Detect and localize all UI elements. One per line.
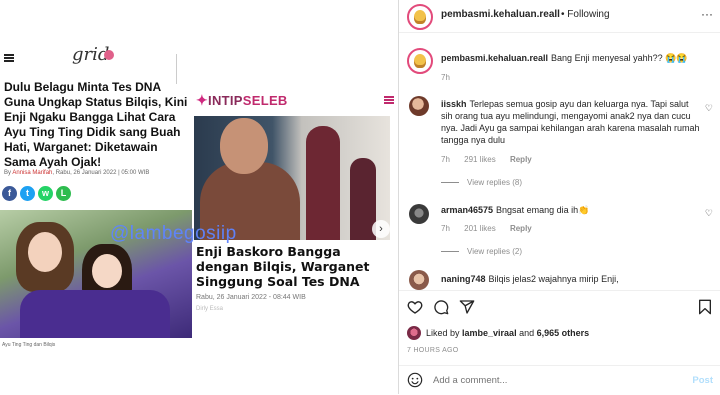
comment-likes[interactable]: 291 likes xyxy=(464,155,496,164)
byline-author: Annisa Marifah xyxy=(12,170,53,176)
reply-button[interactable]: Reply xyxy=(510,224,532,233)
hamburger-icon xyxy=(4,54,14,62)
comment-likes[interactable]: 201 likes xyxy=(464,224,496,233)
post-timestamp: 7 HOURS AGO xyxy=(407,347,459,354)
comment-username[interactable]: naning748 xyxy=(441,274,486,284)
grid-article-title: Dulu Belagu Minta Tes DNA Guna Ungkap St… xyxy=(4,80,188,169)
logo-dot-icon xyxy=(104,50,114,60)
star-icon: ✦ xyxy=(196,92,209,108)
intipseleb-author: Dirly Essa xyxy=(196,306,224,312)
add-comment-bar: Post xyxy=(399,365,720,395)
line-icon: L xyxy=(56,186,71,201)
caption-meta: 7h xyxy=(441,73,450,82)
intipseleb-logo: ✦INTIPSELEB xyxy=(196,92,288,108)
view-replies-button[interactable]: View replies (8) xyxy=(441,178,522,187)
byline-date: , Rabu, 26 Januari 2022 | 05:00 WIB xyxy=(52,170,150,176)
post-comment-button[interactable]: Post xyxy=(692,375,713,386)
facebook-icon: f xyxy=(2,186,17,201)
comment-item: naning748 Bilqis jelas2 wajahnya mirip En… xyxy=(441,273,701,285)
follow-status[interactable]: • Following xyxy=(561,9,610,20)
heart-icon[interactable] xyxy=(407,299,423,315)
whatsapp-icon: w xyxy=(38,186,53,201)
more-options-icon[interactable]: ··· xyxy=(701,7,713,21)
intipseleb-title: Enji Baskoro Bangga dengan Bilqis, Warga… xyxy=(196,244,370,289)
avatar[interactable] xyxy=(407,48,433,74)
post-header: pembasmi.kehaluan.reall • Following ··· xyxy=(399,0,720,33)
intipseleb-photo: › xyxy=(194,116,390,240)
chevron-right-icon: › xyxy=(372,220,390,238)
comment-text: Terlepas semua gosip ayu dan keluarga ny… xyxy=(441,99,700,145)
post-actions: Liked by lambe_viraal and 6,965 others 7… xyxy=(399,290,720,394)
avatar[interactable] xyxy=(407,326,421,340)
header-username[interactable]: pembasmi.kehaluan.reall xyxy=(441,9,560,20)
byline-prefix: By xyxy=(4,170,12,176)
intipseleb-date: Rabu, 26 Januari 2022 - 08:44 WIB xyxy=(196,294,306,301)
like-comment-heart-icon[interactable]: ♡ xyxy=(705,103,713,114)
caption: pembasmi.kehaluan.reall Bang Enji menyesa… xyxy=(441,52,701,64)
comment-username[interactable]: arman46575 xyxy=(441,205,493,215)
emoji-icon[interactable] xyxy=(407,372,423,388)
view-replies-button[interactable]: View replies (2) xyxy=(441,247,522,256)
comment-icon[interactable] xyxy=(433,299,449,315)
avatar[interactable] xyxy=(407,4,433,30)
comments-list[interactable]: pembasmi.kehaluan.reall Bang Enji menyesa… xyxy=(399,34,720,290)
comment-meta: 7h 291 likes Reply xyxy=(441,155,532,164)
comment-username[interactable]: iisskh xyxy=(441,99,467,109)
post-panel: pembasmi.kehaluan.reall • Following ··· … xyxy=(398,0,720,394)
comment-meta: 7h 201 likes Reply xyxy=(441,224,532,233)
watermark: @lambegosiip xyxy=(110,223,237,244)
hamburger-icon xyxy=(384,96,394,104)
bookmark-icon[interactable] xyxy=(697,299,713,315)
grid-byline: By Annisa Marifah, Rabu, 26 Januari 2022… xyxy=(4,170,149,176)
comment-text: Bilqis jelas2 wajahnya mirip Enji, xyxy=(488,274,619,284)
grid-header: grid xyxy=(0,40,192,84)
liked-by[interactable]: Liked by lambe_viraal and 6,965 others xyxy=(426,328,589,338)
twitter-icon: t xyxy=(20,186,35,201)
post-image[interactable]: grid Dulu Belagu Minta Tes DNA Guna Ungk… xyxy=(0,0,398,394)
like-comment-heart-icon[interactable]: ♡ xyxy=(705,208,713,219)
caption-text: Bang Enji menyesal yahh?? 😭😭 xyxy=(551,53,688,63)
avatar[interactable] xyxy=(409,270,429,290)
avatar[interactable] xyxy=(409,204,429,224)
share-row: f t w L xyxy=(2,186,71,201)
comment-input[interactable] xyxy=(433,375,673,386)
comment-text: Bngsat emang dia ih👏 xyxy=(496,205,590,215)
photo-caption: Ayu Ting Ting dan Bilqis xyxy=(2,342,56,348)
avatar[interactable] xyxy=(409,96,429,116)
caption-username[interactable]: pembasmi.kehaluan.reall xyxy=(441,53,548,63)
share-icon[interactable] xyxy=(459,299,475,315)
grid-article: grid Dulu Belagu Minta Tes DNA Guna Ungk… xyxy=(0,40,192,394)
intipseleb-header: ✦INTIPSELEB xyxy=(194,86,398,114)
reply-button[interactable]: Reply xyxy=(510,155,532,164)
comment-item: iisskh Terlepas semua gosip ayu dan kelua… xyxy=(441,98,701,146)
comment-item: arman46575 Bngsat emang dia ih👏 xyxy=(441,204,701,216)
